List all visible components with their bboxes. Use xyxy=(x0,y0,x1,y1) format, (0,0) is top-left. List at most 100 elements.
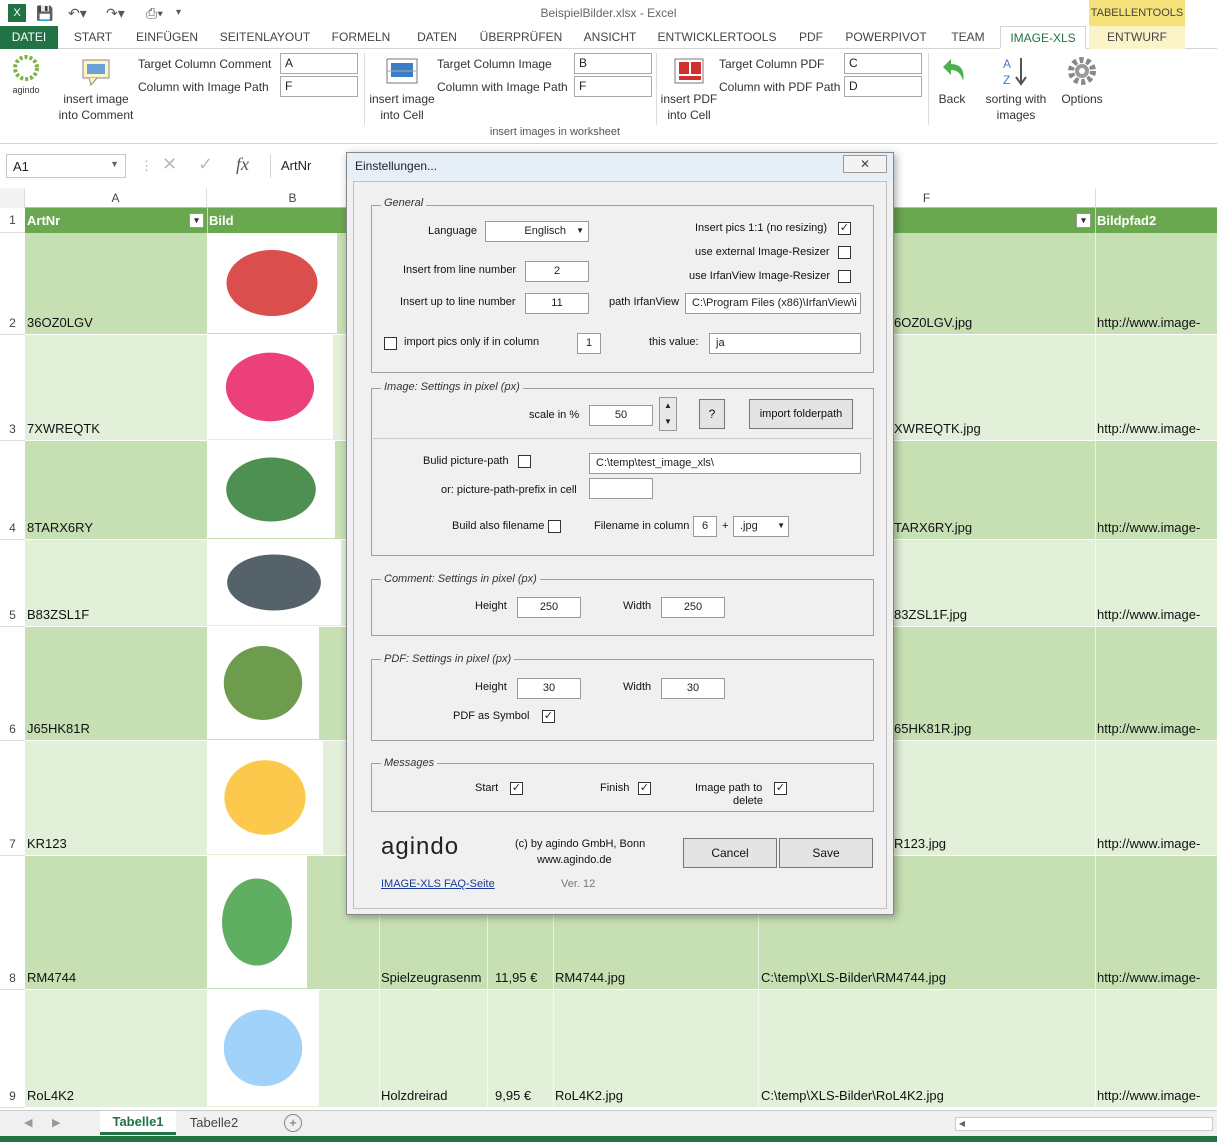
save-button[interactable]: Save xyxy=(779,838,873,868)
start-checkbox[interactable]: ✓ xyxy=(510,782,523,795)
cancel-icon[interactable]: ✕ xyxy=(162,154,177,175)
cell-artnr[interactable]: 36OZ0LGV xyxy=(27,315,93,330)
cell-bildpfad[interactable]: 83ZSL1F.jpg xyxy=(894,607,967,622)
row-header[interactable]: 9 xyxy=(0,990,25,1108)
next-sheet-icon[interactable]: ▶ xyxy=(52,1116,60,1129)
cell-description[interactable]: Holzdreirad xyxy=(381,1088,447,1103)
cell-bildpfad[interactable]: XWREQTK.jpg xyxy=(894,421,981,436)
cell-filename[interactable]: RoL4K2.jpg xyxy=(555,1088,623,1103)
comment-target-input[interactable]: A xyxy=(280,53,358,74)
cell-bildpfad[interactable]: R123.jpg xyxy=(894,836,946,851)
path-prefix-input[interactable] xyxy=(589,478,653,499)
header-cell-artnr[interactable]: ArtNr xyxy=(27,213,60,228)
scale-spinner[interactable]: ▲ ▼ xyxy=(659,397,677,431)
cell-description[interactable]: Spielzeugrasenm xyxy=(381,970,481,985)
insert-pdf-button[interactable]: insert PDF into Cell xyxy=(656,57,722,123)
import-folderpath-button[interactable]: import folderpath xyxy=(749,399,853,429)
tab-pdf[interactable]: PDF xyxy=(792,26,830,49)
sheet-tab-tabelle1[interactable]: Tabelle1 xyxy=(100,1111,176,1135)
from-line-input[interactable]: 2 xyxy=(525,261,589,282)
comment-width-input[interactable]: 250 xyxy=(661,597,725,618)
faq-link[interactable]: IMAGE-XLS FAQ-Seite xyxy=(381,878,495,890)
language-select[interactable]: Englisch ▼ xyxy=(485,221,589,242)
cell-path-input[interactable]: F xyxy=(574,76,652,97)
irfanview-path-input[interactable]: C:\Program Files (x86)\IrfanView\i xyxy=(685,293,861,314)
cell-price[interactable]: 9,95 € xyxy=(495,1088,531,1103)
tab-ueberpruefen[interactable]: ÜBERPRÜFEN xyxy=(478,26,564,49)
cell-url[interactable]: http://www.image- xyxy=(1097,315,1200,330)
tab-ansicht[interactable]: ANSICHT xyxy=(578,26,642,49)
cell-url[interactable]: http://www.image- xyxy=(1097,836,1200,851)
chevron-down-icon[interactable]: ▼ xyxy=(110,159,119,169)
cell-bildpfad[interactable]: 65HK81R.jpg xyxy=(894,721,971,736)
pics-1to1-checkbox[interactable]: ✓ xyxy=(838,222,851,235)
cell-image-path[interactable]: C:\temp\XLS-Bilder\RM4744.jpg xyxy=(761,970,946,985)
cell-artnr[interactable]: RM4744 xyxy=(27,970,76,985)
product-image[interactable] xyxy=(207,741,323,854)
column-header-a[interactable]: A xyxy=(25,188,207,208)
row-header[interactable]: 6 xyxy=(0,627,25,741)
prev-sheet-icon[interactable]: ◀ xyxy=(24,1116,32,1129)
sorting-button[interactable]: AZ sorting with images xyxy=(980,55,1052,123)
insert-into-comment-button[interactable]: insert image into Comment xyxy=(52,57,140,123)
cell-url[interactable]: http://www.image- xyxy=(1097,721,1200,736)
build-path-input[interactable]: C:\temp\test_image_xls\ xyxy=(589,453,861,474)
fx-icon[interactable]: fx xyxy=(236,154,249,175)
delete-path-checkbox[interactable]: ✓ xyxy=(774,782,787,795)
pdf-width-input[interactable]: 30 xyxy=(661,678,725,699)
options-button[interactable]: Options xyxy=(1058,55,1106,107)
tab-powerpivot[interactable]: POWERPIVOT xyxy=(844,26,928,49)
product-image[interactable] xyxy=(207,540,341,625)
pdf-symbol-checkbox[interactable]: ✓ xyxy=(542,710,555,723)
tab-datei[interactable]: DATEI xyxy=(0,26,58,49)
build-filename-checkbox[interactable] xyxy=(548,520,561,533)
tab-einfuegen[interactable]: EINFÜGEN xyxy=(132,26,202,49)
row-header[interactable]: 2 xyxy=(0,233,25,335)
horizontal-scrollbar[interactable]: ◀ xyxy=(955,1117,1213,1131)
product-image[interactable] xyxy=(207,627,319,739)
header-cell-bild[interactable]: Bild xyxy=(209,213,234,228)
name-box[interactable]: A1 ▼ xyxy=(6,154,126,178)
cell-url[interactable]: http://www.image- xyxy=(1097,520,1200,535)
chevron-down-icon[interactable]: ▼ xyxy=(576,226,584,235)
row-header[interactable]: 3 xyxy=(0,335,25,441)
cell-target-input[interactable]: B xyxy=(574,53,652,74)
scroll-left-icon[interactable]: ◀ xyxy=(956,1118,968,1130)
tab-image-xls[interactable]: IMAGE-XLS xyxy=(1000,26,1086,49)
cell-artnr[interactable]: 7XWREQTK xyxy=(27,421,100,436)
pdf-height-input[interactable]: 30 xyxy=(517,678,581,699)
row-header[interactable]: 5 xyxy=(0,540,25,627)
agindo-button[interactable]: agindo xyxy=(6,55,46,98)
confirm-icon[interactable]: ✓ xyxy=(198,154,213,175)
tab-team[interactable]: TEAM xyxy=(942,26,994,49)
extension-select[interactable]: .jpg ▼ xyxy=(733,516,789,537)
cell-artnr[interactable]: 8TARX6RY xyxy=(27,520,93,535)
cell-url[interactable]: http://www.image- xyxy=(1097,421,1200,436)
row-header[interactable]: 8 xyxy=(0,856,25,990)
help-button[interactable]: ? xyxy=(699,399,725,429)
filename-column-input[interactable]: 6 xyxy=(693,516,717,537)
product-image[interactable] xyxy=(207,990,319,1106)
cell-artnr[interactable]: KR123 xyxy=(27,836,67,851)
build-path-checkbox[interactable] xyxy=(518,455,531,468)
insert-into-cell-button[interactable]: insert image into Cell xyxy=(364,57,440,123)
cell-artnr[interactable]: RoL4K2 xyxy=(27,1088,74,1103)
irfanview-resizer-checkbox[interactable] xyxy=(838,270,851,283)
filter-sort-icon[interactable]: ▾ xyxy=(189,213,204,228)
cell-price[interactable]: 11,95 € xyxy=(495,970,537,985)
cell-url[interactable]: http://www.image- xyxy=(1097,970,1200,985)
to-line-input[interactable]: 11 xyxy=(525,293,589,314)
import-only-if-checkbox[interactable] xyxy=(384,337,397,350)
row-header[interactable]: 4 xyxy=(0,441,25,540)
cell-artnr[interactable]: J65HK81R xyxy=(27,721,90,736)
external-resizer-checkbox[interactable] xyxy=(838,246,851,259)
back-button[interactable]: Back xyxy=(930,55,974,107)
cell-bildpfad[interactable]: 6OZ0LGV.jpg xyxy=(894,315,972,330)
tab-entwurf[interactable]: ENTWURF xyxy=(1089,26,1185,49)
sheet-tab-tabelle2[interactable]: Tabelle2 xyxy=(178,1111,250,1135)
pdf-path-input[interactable]: D xyxy=(844,76,922,97)
product-image[interactable] xyxy=(207,441,335,538)
cell-filename[interactable]: RM4744.jpg xyxy=(555,970,625,985)
comment-path-input[interactable]: F xyxy=(280,76,358,97)
cell-url[interactable]: http://www.image- xyxy=(1097,607,1200,622)
